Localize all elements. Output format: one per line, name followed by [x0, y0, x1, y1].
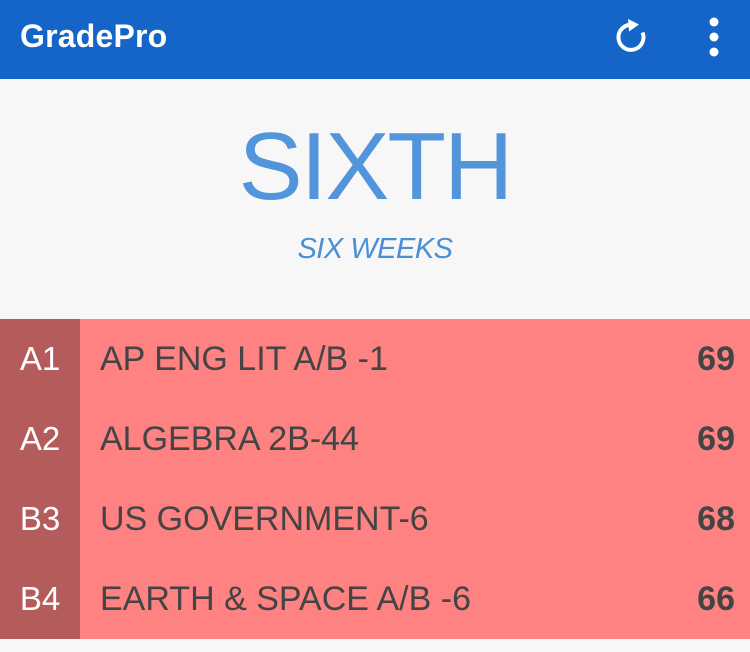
app-title: GradePro [20, 18, 168, 54]
course-row[interactable]: A2 ALGEBRA 2B-44 69 [0, 399, 750, 479]
more-options-button[interactable] [690, 11, 738, 63]
more-vertical-icon [709, 17, 719, 57]
app-bar: GradePro [0, 0, 750, 79]
period-title: SIXTH [0, 119, 750, 215]
course-list: A1 AP ENG LIT A/B -1 69 A2 ALGEBRA 2B-44… [0, 319, 750, 639]
list-bottom-spacer [0, 639, 750, 652]
app-screen: GradePro SIXTH SIX WEEKS A1 AP ENG LIT A… [0, 0, 750, 652]
course-row[interactable]: A1 AP ENG LIT A/B -1 69 [0, 319, 750, 399]
period-title-text: SIXTH [238, 113, 514, 220]
course-period: B3 [0, 479, 80, 559]
course-name: US GOVERNMENT-6 [100, 500, 429, 538]
course-name: EARTH & SPACE A/B -6 [100, 580, 471, 618]
course-details: EARTH & SPACE A/B -6 66 [80, 559, 750, 639]
course-row[interactable]: B3 US GOVERNMENT-6 68 [0, 479, 750, 559]
course-grade: 69 [697, 420, 735, 458]
refresh-button[interactable] [608, 13, 656, 61]
course-period: B4 [0, 559, 80, 639]
course-period: A2 [0, 399, 80, 479]
course-details: AP ENG LIT A/B -1 69 [80, 319, 750, 399]
course-details: ALGEBRA 2B-44 69 [80, 399, 750, 479]
refresh-icon [616, 19, 646, 52]
course-name: AP ENG LIT A/B -1 [100, 340, 388, 378]
period-subtitle: SIX WEEKS [297, 233, 453, 265]
course-grade: 69 [697, 340, 735, 378]
course-grade: 66 [697, 580, 735, 618]
course-row[interactable]: B4 EARTH & SPACE A/B -6 66 [0, 559, 750, 639]
course-name: ALGEBRA 2B-44 [100, 420, 359, 458]
course-grade: 68 [697, 500, 735, 538]
course-period: A1 [0, 319, 80, 399]
grading-period-header: SIXTH SIX WEEKS [0, 79, 750, 319]
course-details: US GOVERNMENT-6 68 [80, 479, 750, 559]
